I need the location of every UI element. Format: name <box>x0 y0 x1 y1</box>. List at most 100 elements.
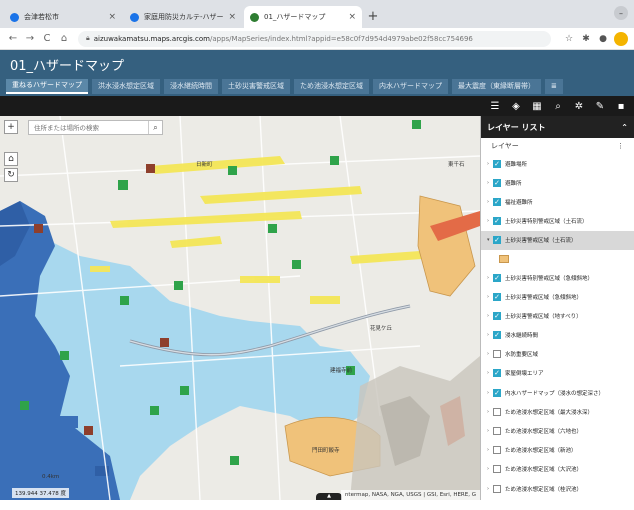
tab-close-icon[interactable]: × <box>108 12 116 22</box>
layer-label: 福祉避難所 <box>505 199 533 206</box>
profile-avatar[interactable] <box>614 31 628 46</box>
scale-bar-label: 0.4km <box>42 474 60 480</box>
layer-list-header: レイヤー リスト ⌃ <box>481 116 634 138</box>
panel-more-icon[interactable]: ⌃ <box>621 123 628 132</box>
layer-checkbox[interactable]: ✓ <box>493 388 501 397</box>
fullscreen-icon[interactable]: ▪ <box>614 101 628 112</box>
layer-checkbox[interactable]: ✓ <box>493 159 501 168</box>
layer-checkbox[interactable] <box>493 446 501 455</box>
layers-icon[interactable]: ◈ <box>509 101 523 112</box>
search-icon[interactable]: ⌕ <box>148 121 162 134</box>
tab-pond-flood[interactable]: ため池浸水想定区域 <box>294 78 369 94</box>
layer-checkbox[interactable]: ✓ <box>493 273 501 282</box>
layer-checkbox[interactable]: ✓ <box>493 236 501 245</box>
layer-checkbox[interactable] <box>493 407 501 416</box>
layer-item[interactable]: › ✓ 避難場所 <box>481 154 634 173</box>
home-extent-icon[interactable]: ⌂ <box>4 152 18 166</box>
layer-list-subtitle: レイヤー <box>491 142 519 150</box>
tab-close-icon[interactable]: × <box>348 12 356 22</box>
layer-checkbox[interactable]: ✓ <box>493 217 501 226</box>
tab-close-icon[interactable]: × <box>228 12 236 22</box>
locate-icon[interactable]: ↻ <box>4 168 18 182</box>
layer-checkbox[interactable]: ✓ <box>493 178 501 187</box>
home-icon[interactable]: ⌂ <box>57 33 71 44</box>
layer-item[interactable]: › ため池浸水想定区域（大沢池） <box>481 460 634 479</box>
layer-item[interactable]: ▾ ✓ 土砂災害警戒区域（土石流） <box>481 230 634 250</box>
search-input[interactable] <box>29 123 148 132</box>
series-tabs: 重ねるハザードマップ 洪水浸水想定区域 浸水継続時間 土砂災害警戒区域 ため池浸… <box>0 76 634 96</box>
layer-item[interactable]: › ため池浸水想定区域（桂沢池） <box>481 479 634 498</box>
layer-item[interactable]: › ✓ 浸水継続時間 <box>481 326 634 345</box>
site-favicon-icon <box>130 12 139 22</box>
bookmark-star-icon[interactable]: ☆ <box>562 34 576 44</box>
tab-max-seismic[interactable]: 最大震度（東縁断層帯） <box>452 78 541 94</box>
back-icon[interactable]: ← <box>6 33 20 44</box>
tab-inland-flood[interactable]: 内水ハザードマップ <box>373 78 448 94</box>
layer-checkbox[interactable] <box>493 427 501 436</box>
layer-item[interactable]: › ✓ 土砂災害警戒区域（急傾斜地） <box>481 287 634 306</box>
forward-icon[interactable]: → <box>23 33 37 44</box>
tab-landslide[interactable]: 土砂災害警戒区域 <box>222 78 290 94</box>
browser-tab-3[interactable]: 01_ハザードマップ × <box>244 6 362 28</box>
layer-label: 避難場所 <box>505 161 528 168</box>
layer-label: 土砂災害警戒区域（急傾斜地） <box>505 294 583 301</box>
extensions-icon[interactable]: ✱ <box>579 34 593 44</box>
basemap-icon[interactable]: ▦ <box>530 101 544 112</box>
reload-icon[interactable]: C <box>40 33 54 44</box>
layer-item[interactable]: › ため池浸水想定区域（新池） <box>481 441 634 460</box>
query-icon[interactable]: ⌕ <box>551 101 565 112</box>
options-icon[interactable]: ⋮ <box>617 142 624 150</box>
layer-list-subheader: レイヤー ⋮ <box>481 138 634 154</box>
layer-item[interactable]: › ✓ 土砂災害警戒区域（地すべり） <box>481 306 634 325</box>
layer-checkbox[interactable]: ✓ <box>493 311 501 320</box>
layer-item[interactable]: › 水防重要区域 <box>481 345 634 364</box>
place-label: 門田町飯寺 <box>312 448 340 454</box>
layer-item[interactable]: › ため池浸水想定区域（六地也） <box>481 421 634 440</box>
layer-item[interactable]: › ✓ 土砂災害特別警戒区域（急傾斜地） <box>481 268 634 287</box>
list-icon[interactable]: ☰ <box>488 101 502 112</box>
collapse-handle[interactable]: ▲ <box>316 493 342 500</box>
layer-item[interactable]: › ✓ 家屋倒壊エリア <box>481 364 634 383</box>
layer-checkbox[interactable]: ✓ <box>493 292 501 301</box>
layer-label: 浸水継続時間 <box>505 333 539 340</box>
coordinate-readout: 139.944 37.478 度 <box>12 488 69 498</box>
browser-tab-1[interactable]: 会津若松市 × <box>4 6 122 28</box>
layer-label: 家屋倒壊エリア <box>505 371 544 378</box>
place-label: 花見ケ丘 <box>370 326 393 332</box>
layer-checkbox[interactable] <box>493 465 501 474</box>
map-canvas <box>0 116 480 500</box>
site-favicon-icon <box>250 12 259 22</box>
tab-more-menu[interactable]: ≣ <box>545 78 563 94</box>
layer-label: 土砂災害特別警戒区域（土石流） <box>505 219 588 226</box>
layer-item[interactable]: › ✓ 福祉避難所 <box>481 192 634 211</box>
layer-checkbox[interactable] <box>493 350 501 359</box>
browser-tab-2[interactable]: 家庭用防災カルテ-ハザードマップ | × <box>124 6 242 28</box>
layer-checkbox[interactable]: ✓ <box>493 331 501 340</box>
minimize-icon[interactable]: – <box>614 6 628 20</box>
layer-checkbox[interactable]: ✓ <box>493 369 501 378</box>
layer-label: 水防重要区域 <box>505 352 539 359</box>
tab-flood-duration[interactable]: 浸水継続時間 <box>164 78 218 94</box>
new-tab-icon[interactable]: + <box>364 7 382 25</box>
layer-item[interactable]: › ✓ 内水ハザードマップ（浸水の想定深さ） <box>481 383 634 402</box>
layer-label: 土砂災害警戒区域（土石流） <box>505 238 577 245</box>
url-field[interactable]: 🔒︎ aizuwakamatsu.maps.arcgis.com /apps/M… <box>78 30 551 47</box>
address-search: ⌕ <box>28 120 163 135</box>
zoom-in-button[interactable]: + <box>4 120 18 134</box>
tab-label: 家庭用防災カルテ-ハザードマップ | <box>144 13 224 21</box>
map-view[interactable]: ⌕ + ⌂ ↻ 日新町 花見ケ丘 門田町飯寺 建福寺前 東千石 0.4km 13… <box>0 116 480 500</box>
draw-icon[interactable]: ✎ <box>593 101 607 112</box>
settings-icon[interactable]: ✲ <box>572 101 586 112</box>
layer-list-title: レイヤー リスト <box>487 122 546 132</box>
tab-hazard-overlay[interactable]: 重ねるハザードマップ <box>6 78 88 94</box>
layer-label: ため池浸水想定区域（六地也） <box>505 429 583 436</box>
layer-item[interactable]: › ✓ 避難所 <box>481 173 634 192</box>
url-host: aizuwakamatsu.maps.arcgis.com <box>93 34 210 43</box>
account-icon[interactable]: ● <box>596 34 610 44</box>
layer-item[interactable]: › ため池浸水想定区域（最大浸水深） <box>481 402 634 421</box>
layer-label: ため池浸水想定区域（最大浸水深） <box>505 409 594 416</box>
layer-item[interactable]: › ✓ 土砂災害特別警戒区域（土石流） <box>481 212 634 231</box>
layer-checkbox[interactable]: ✓ <box>493 197 501 206</box>
layer-checkbox[interactable] <box>493 484 501 493</box>
tab-flood-area[interactable]: 洪水浸水想定区域 <box>92 78 160 94</box>
